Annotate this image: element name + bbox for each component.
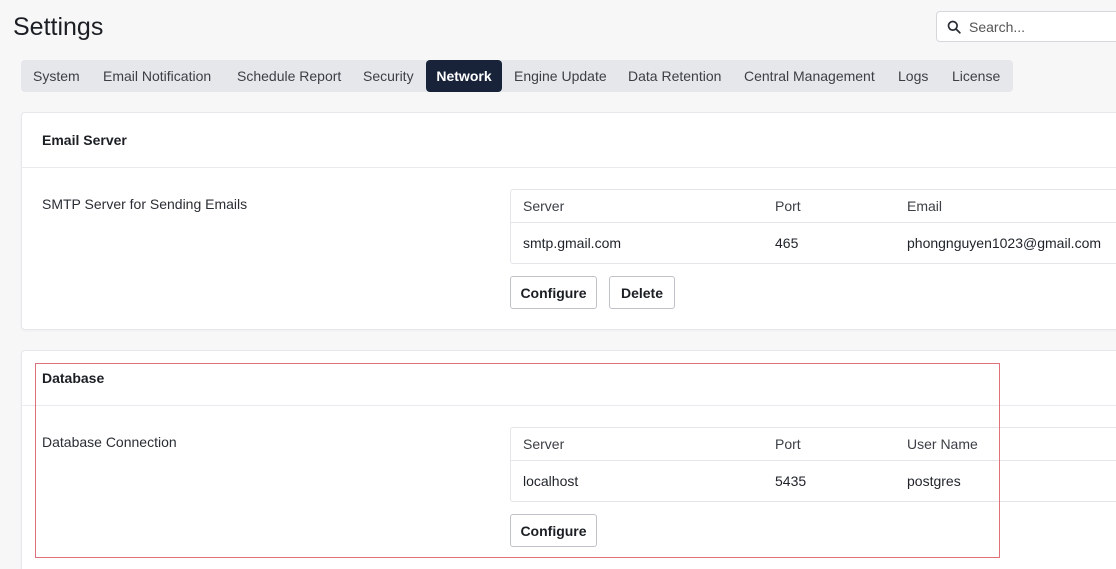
column-header-email: Email (907, 198, 943, 214)
database-server-value: localhost (523, 473, 579, 489)
email-server-title: Email Server (42, 132, 127, 148)
tab-schedule-report[interactable]: Schedule Report (237, 60, 341, 92)
settings-tabs: System Email Notification Schedule Repor… (21, 60, 1013, 92)
tab-logs[interactable]: Logs (898, 60, 928, 92)
column-header-server: Server (523, 198, 565, 214)
column-header-port: Port (775, 436, 801, 452)
page-title: Settings (13, 13, 104, 41)
email-configure-button[interactable]: Configure (510, 276, 597, 309)
tab-network[interactable]: Network (426, 60, 502, 92)
search-input[interactable] (969, 18, 1116, 35)
table-divider (511, 222, 1116, 223)
tab-system[interactable]: System (33, 60, 80, 92)
smtp-server-value: smtp.gmail.com (523, 235, 622, 251)
database-user-value: postgres (907, 473, 961, 489)
database-table: Server Port User Name localhost 5435 pos… (510, 427, 1116, 502)
smtp-port-value: 465 (775, 235, 799, 251)
column-header-port: Port (775, 198, 801, 214)
card-divider (22, 405, 1116, 406)
email-delete-button[interactable]: Delete (609, 276, 675, 309)
database-connection-label: Database Connection (42, 434, 177, 450)
tab-data-retention[interactable]: Data Retention (628, 60, 721, 92)
database-title: Database (42, 370, 105, 386)
tab-engine-update[interactable]: Engine Update (514, 60, 607, 92)
smtp-table: Server Port Email smtp.gmail.com 465 pho… (510, 189, 1116, 264)
tab-license[interactable]: License (952, 60, 1000, 92)
column-header-server: Server (523, 436, 565, 452)
email-server-card: Email Server SMTP Server for Sending Ema… (21, 112, 1116, 330)
tab-email-notification[interactable]: Email Notification (103, 60, 211, 92)
tab-security[interactable]: Security (363, 60, 414, 92)
search-icon (947, 20, 961, 34)
tab-central-management[interactable]: Central Management (744, 60, 875, 92)
database-card: Database Database Connection Server Port… (21, 350, 1116, 569)
search-box[interactable] (936, 11, 1116, 42)
card-divider (22, 167, 1116, 168)
smtp-email-value: phongnguyen1023@gmail.com (907, 235, 1102, 251)
database-port-value: 5435 (775, 473, 807, 489)
settings-page: Settings System Email Notification Sched… (0, 0, 1116, 569)
table-divider (511, 460, 1116, 461)
database-configure-button[interactable]: Configure (510, 514, 597, 547)
smtp-server-label: SMTP Server for Sending Emails (42, 196, 248, 212)
column-header-user-name: User Name (907, 436, 978, 452)
